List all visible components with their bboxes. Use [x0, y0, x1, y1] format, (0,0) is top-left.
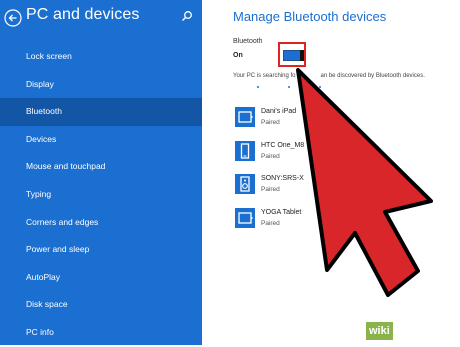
device-item[interactable]: YOGA Tablet Paired: [235, 205, 455, 239]
device-item[interactable]: HTC One_M8 Paired: [235, 138, 455, 172]
toggle-highlight-box: [278, 42, 306, 67]
back-arrow-icon[interactable]: [4, 9, 22, 27]
sidebar-item-pc-info[interactable]: PC info: [0, 319, 202, 347]
sidebar-item-corners-and-edges[interactable]: Corners and edges: [0, 209, 202, 237]
searching-status: Your PC is searching fo an be discovered …: [233, 73, 425, 79]
wikihow-watermark: wiki How: [366, 322, 456, 342]
sidebar-item-mouse-and-touchpad[interactable]: Mouse and touchpad: [0, 153, 202, 181]
sidebar-nav: Lock screen Display Bluetooth Devices Mo…: [0, 43, 202, 347]
toggle-knob[interactable]: [300, 50, 304, 61]
device-name: HTC One_M8: [261, 141, 305, 149]
device-status: Paired: [261, 186, 280, 193]
sidebar-item-power-and-sleep[interactable]: Power and sleep: [0, 236, 202, 264]
main-panel: Manage Bluetooth devices Bluetooth On Yo…: [202, 0, 460, 345]
searching-text-start: Your PC is searching fo: [233, 73, 296, 79]
device-status: Paired: [261, 219, 280, 227]
sidebar-item-disk-space[interactable]: Disk space: [0, 291, 202, 319]
page-title: Manage Bluetooth devices: [233, 9, 387, 24]
sidebar-title: PC and devices: [26, 6, 140, 23]
progress-dot: [288, 86, 290, 88]
sidebar-item-bluetooth[interactable]: Bluetooth: [0, 98, 202, 126]
sidebar-item-lock-screen[interactable]: Lock screen: [0, 43, 202, 71]
sidebar-item-display[interactable]: Display: [0, 71, 202, 99]
device-status: Paired: [261, 152, 280, 160]
progress-dot: [319, 86, 321, 88]
sidebar-item-typing[interactable]: Typing: [0, 181, 202, 209]
tablet-icon: [235, 207, 255, 228]
watermark-how: How: [400, 324, 426, 338]
speaker-icon: [235, 174, 255, 194]
progress-dot: [257, 86, 259, 88]
bluetooth-state: On: [233, 52, 243, 59]
tablet-icon: [235, 107, 255, 127]
device-list: Dani's iPad Paired HTC One_M8 Paired SON…: [235, 104, 455, 238]
search-icon[interactable]: [181, 10, 193, 22]
device-name: YOGA Tablet: [261, 208, 302, 216]
bluetooth-label: Bluetooth: [233, 38, 263, 45]
device-item[interactable]: Dani's iPad Paired: [235, 104, 455, 138]
watermark-wiki: wiki: [366, 322, 393, 340]
device-item[interactable]: SONY:SRS-X Paired: [235, 171, 455, 205]
device-name: Dani's iPad: [261, 108, 297, 115]
sidebar-item-devices[interactable]: Devices: [0, 126, 202, 154]
bluetooth-toggle[interactable]: [283, 50, 304, 61]
searching-text-end: an be discovered by Bluetooth devices.: [320, 73, 425, 79]
phone-icon: [235, 140, 255, 161]
device-name: SONY:SRS-X: [261, 175, 304, 182]
sidebar-header: PC and devices: [0, 0, 202, 38]
searching-progress-dots: [257, 86, 337, 90]
sidebar: PC and devices Lock screen Display Bluet…: [0, 0, 202, 345]
sidebar-item-autoplay[interactable]: AutoPlay: [0, 264, 202, 292]
device-status: Paired: [261, 119, 280, 126]
